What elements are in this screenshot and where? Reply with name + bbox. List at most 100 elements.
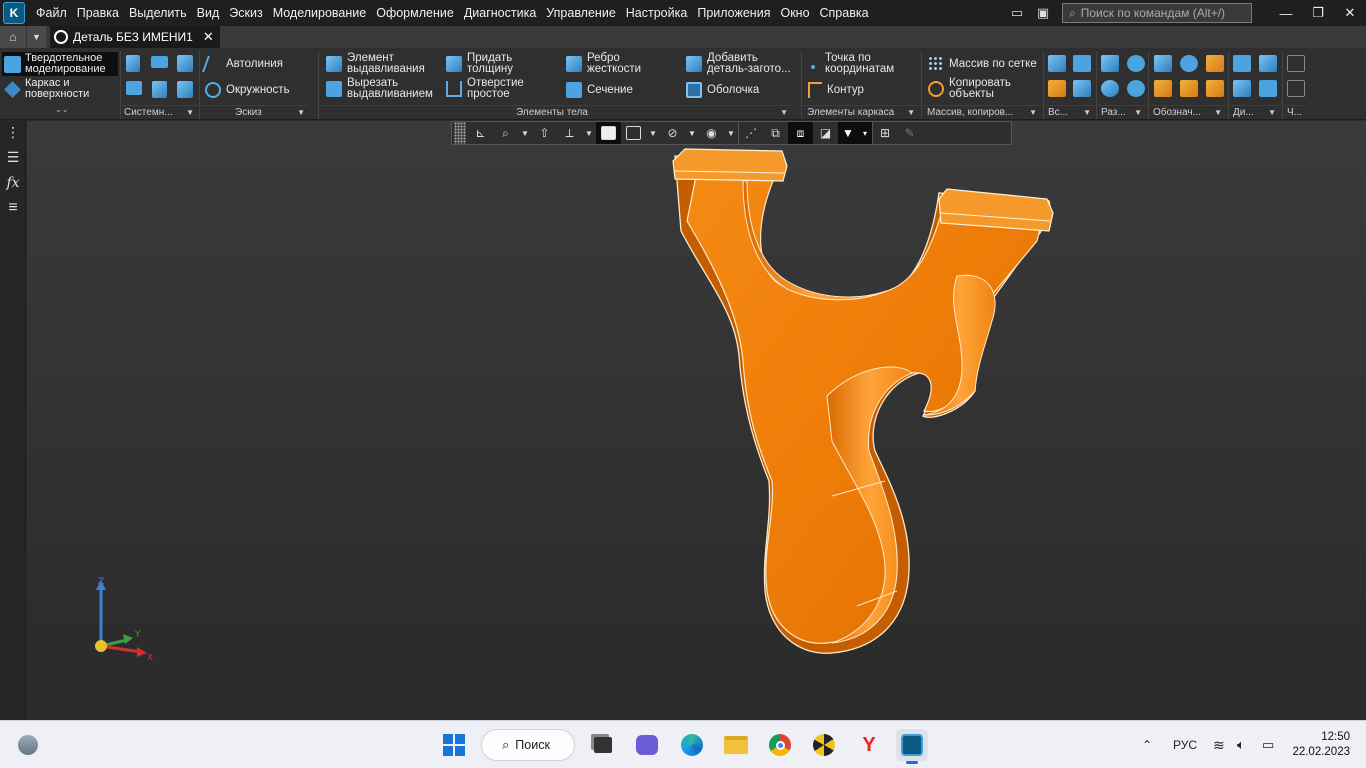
- offset-plane-icon[interactable]: [1048, 80, 1066, 97]
- measure-icon[interactable]: [1233, 55, 1251, 72]
- circle-button[interactable]: Окружность: [205, 82, 290, 98]
- minimize-button[interactable]: —: [1270, 0, 1302, 26]
- restore-button[interactable]: ❐: [1302, 0, 1334, 26]
- battery-icon[interactable]: ▭: [1262, 721, 1274, 768]
- group-system-caption[interactable]: Системн... ▼: [122, 105, 198, 119]
- rotate-icon[interactable]: [1101, 80, 1119, 97]
- radiation-app-icon[interactable]: [808, 729, 840, 761]
- kompas-logo-icon[interactable]: K: [3, 2, 25, 24]
- layers-icon[interactable]: ≡: [0, 195, 26, 220]
- cs-icon[interactable]: [1073, 80, 1091, 97]
- home-icon[interactable]: ⌂: [0, 26, 26, 48]
- check-icon[interactable]: [1259, 80, 1277, 97]
- menu-settings[interactable]: Настройка: [621, 0, 693, 26]
- print-icon[interactable]: [126, 81, 142, 95]
- slingshot-model[interactable]: [27, 121, 1366, 720]
- mass-icon[interactable]: [1233, 80, 1251, 97]
- hole-button[interactable]: Отверстие простое: [446, 77, 531, 100]
- variables-icon[interactable]: fx: [0, 170, 26, 195]
- collapse-chevron-icon[interactable]: ⌄⌄: [55, 105, 68, 114]
- system-clock[interactable]: 12:50 22.02.2023: [1292, 730, 1350, 760]
- shell-button[interactable]: Оболочка: [686, 82, 759, 98]
- group-frame-caption[interactable]: Элементы каркаса ▼: [803, 105, 919, 119]
- kompas-taskbar-icon[interactable]: [896, 729, 928, 764]
- open-folder-icon[interactable]: [151, 56, 168, 68]
- command-search-input[interactable]: ⌕ Поиск по командам (Alt+/): [1062, 3, 1252, 23]
- chat-icon[interactable]: [631, 729, 663, 761]
- menu-view[interactable]: Вид: [192, 0, 225, 26]
- group-sections-caption[interactable]: Раз... ▼: [1098, 105, 1146, 119]
- rib-button[interactable]: Ребро жесткости: [566, 52, 656, 75]
- mode-solid-modeling[interactable]: Твердотельное моделирование: [2, 52, 118, 76]
- window-layout-icon[interactable]: ▭: [1006, 3, 1028, 23]
- menu-modeling[interactable]: Моделирование: [268, 0, 372, 26]
- parts-icon[interactable]: [1287, 55, 1305, 72]
- measure-angle-icon[interactable]: [1259, 55, 1277, 72]
- group-notation-caption[interactable]: Обознач... ▼: [1150, 105, 1226, 119]
- group-body-caption[interactable]: Элементы тела ▼: [320, 105, 792, 119]
- axis-icon[interactable]: [1073, 55, 1091, 72]
- grid-array-button[interactable]: Массив по сетке: [928, 56, 1037, 72]
- weather-icon[interactable]: [12, 729, 44, 761]
- 3d-viewport[interactable]: ⊾ ⌕ ▼ ⇧ ⟂ ▼ ▼ ⊘ ▼ ◉ ▼ ⋰ ⧉ ⧈ ◪ ▼ ▾ ⊞ ✎ Z …: [27, 121, 1366, 720]
- section-button[interactable]: Сечение: [566, 82, 633, 98]
- group-aux-caption[interactable]: Вс... ▼: [1045, 105, 1095, 119]
- menu-file[interactable]: Файл: [31, 0, 72, 26]
- autoline-button[interactable]: Автолиния: [202, 56, 283, 72]
- tab-document[interactable]: Деталь БЕЗ ИМЕНИ1 ✕: [50, 26, 220, 48]
- group-parts-caption[interactable]: Ч...: [1284, 105, 1306, 119]
- volume-icon[interactable]: 🔈︎: [1237, 721, 1245, 768]
- menu-design[interactable]: Оформление: [371, 0, 459, 26]
- cut-extrude-button[interactable]: Вырезать выдавливанием: [326, 77, 441, 100]
- thicken-button[interactable]: Придать толщину: [446, 52, 526, 75]
- yandex-browser-icon[interactable]: Y: [853, 729, 885, 761]
- new-document-icon[interactable]: [126, 55, 140, 72]
- model-tree-icon[interactable]: ⋮: [0, 120, 26, 145]
- point-by-coords-button[interactable]: Точка по координатам: [808, 52, 918, 75]
- menu-diagnostics[interactable]: Диагностика: [459, 0, 541, 26]
- group-diag-caption[interactable]: Ди... ▼: [1230, 105, 1280, 119]
- split-icon[interactable]: [1101, 55, 1119, 72]
- menu-window[interactable]: Окно: [775, 0, 814, 26]
- close-button[interactable]: ✕: [1334, 0, 1366, 26]
- save-as-icon[interactable]: [177, 81, 193, 98]
- group-sketch-caption[interactable]: Эскиз ▼: [201, 105, 309, 119]
- divide-icon[interactable]: [1127, 55, 1145, 72]
- language-indicator[interactable]: РУС: [1173, 721, 1197, 768]
- menu-help[interactable]: Справка: [815, 0, 874, 26]
- menu-select[interactable]: Выделить: [124, 0, 192, 26]
- close-tab-icon[interactable]: ✕: [203, 29, 214, 45]
- properties-icon[interactable]: ☰: [0, 145, 26, 170]
- file-explorer-icon[interactable]: [720, 729, 752, 761]
- disk-icon[interactable]: [1127, 80, 1145, 97]
- mode-frame-surfaces[interactable]: Каркас и поверхности: [2, 77, 118, 101]
- group-array-caption[interactable]: Массив, копиров... ▼: [923, 105, 1041, 119]
- edge-icon[interactable]: [676, 729, 708, 761]
- taskbar-search[interactable]: ⌕ Поиск: [481, 729, 575, 761]
- tabs-dropdown-icon[interactable]: ▼: [26, 26, 46, 48]
- mark-icon[interactable]: [1180, 80, 1198, 97]
- menu-control[interactable]: Управление: [541, 0, 621, 26]
- plane-icon[interactable]: [1048, 55, 1066, 72]
- menu-edit[interactable]: Правка: [72, 0, 124, 26]
- roughness-icon[interactable]: [1206, 55, 1224, 72]
- menu-sketch[interactable]: Эскиз: [224, 0, 267, 26]
- parts-list-icon[interactable]: [1287, 80, 1305, 97]
- base-icon[interactable]: [1206, 80, 1224, 97]
- panel-toggle-icon[interactable]: ▣: [1032, 3, 1054, 23]
- contour-button[interactable]: Контур: [808, 82, 864, 98]
- copy-objects-button[interactable]: Копировать объекты: [928, 77, 1028, 100]
- preview-icon[interactable]: [152, 81, 167, 98]
- tray-chevron-icon[interactable]: ⌃: [1142, 721, 1152, 768]
- wifi-icon[interactable]: ≋: [1213, 721, 1225, 768]
- chrome-icon[interactable]: [764, 729, 796, 761]
- thread-icon[interactable]: [1154, 55, 1172, 72]
- start-button[interactable]: [438, 729, 470, 761]
- save-icon[interactable]: [177, 55, 193, 72]
- task-view-icon[interactable]: [587, 729, 619, 761]
- leader-icon[interactable]: [1154, 80, 1172, 97]
- extrude-button[interactable]: Элемент выдавливания: [326, 52, 436, 75]
- centerline-icon[interactable]: [1180, 55, 1198, 72]
- menu-apps[interactable]: Приложения: [692, 0, 775, 26]
- add-blank-button[interactable]: Добавить деталь-загото...: [686, 52, 798, 75]
